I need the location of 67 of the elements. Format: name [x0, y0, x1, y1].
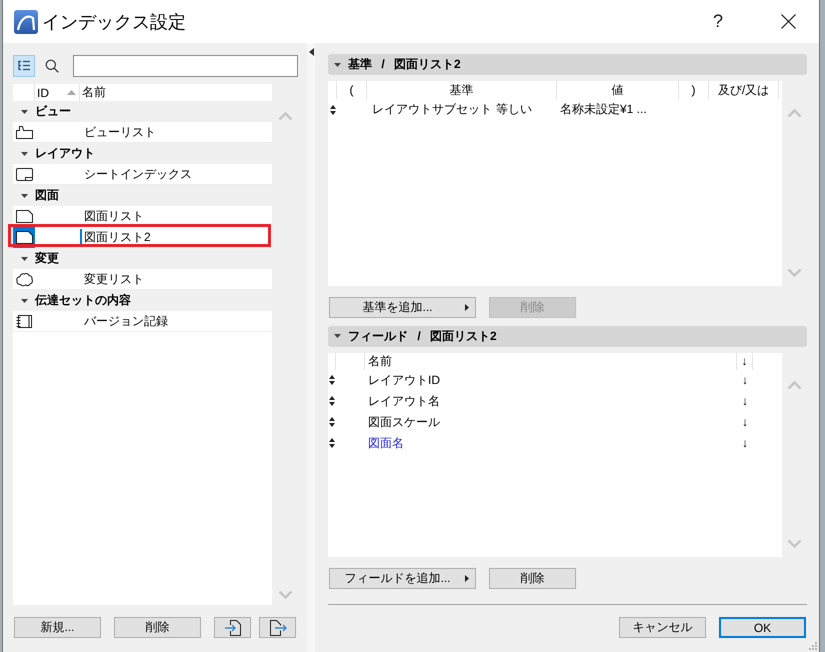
sort-direction[interactable]: ↓ — [742, 415, 748, 429]
section-header[interactable]: フィールド / 図面リスト2 — [328, 326, 807, 346]
window-title: インデックス設定 — [42, 10, 186, 34]
field-name[interactable]: 図面スケール — [365, 414, 440, 430]
list-view-button[interactable] — [13, 55, 35, 77]
tree-group[interactable]: 変更 — [13, 248, 272, 269]
list-action-button[interactable]: 新規... — [14, 617, 101, 638]
sort-direction[interactable]: ↓ — [742, 394, 748, 408]
field-name[interactable]: レイアウトID — [365, 372, 440, 388]
sort-direction[interactable]: ↓ — [742, 436, 748, 450]
page-icon — [14, 230, 34, 245]
dialog-button[interactable]: OK — [719, 617, 806, 638]
caret-down-icon[interactable] — [21, 110, 28, 114]
column-header: ( — [350, 83, 354, 97]
up-down-arrows-icon[interactable] — [329, 396, 335, 406]
page-arrow-out-icon — [268, 618, 286, 636]
column-header[interactable]: 名前 — [80, 84, 270, 101]
cloud-icon — [14, 272, 34, 287]
close-icon[interactable] — [781, 14, 796, 29]
tabbed-page-icon — [14, 125, 34, 140]
app-logo-icon — [14, 10, 38, 34]
operator: 等しい — [496, 101, 532, 118]
list-icon — [17, 60, 31, 72]
add-menu-button[interactable]: フィールドを追加... — [329, 568, 476, 589]
field-name[interactable]: 図面名 — [365, 434, 404, 452]
export-button[interactable] — [259, 617, 296, 638]
column-header: 及び/又は — [718, 82, 770, 98]
sort-direction[interactable]: ↓ — [742, 373, 748, 387]
page-arrow-in-icon — [224, 618, 242, 636]
tree-group[interactable]: レイアウト — [13, 143, 272, 164]
criterion-name: レイアウトサブセット — [372, 101, 492, 118]
column-header: ↓ — [742, 354, 748, 368]
up-down-arrows-icon[interactable] — [330, 104, 336, 114]
up-down-arrows-icon[interactable] — [329, 417, 335, 427]
tree-group[interactable]: ビュー — [13, 101, 272, 122]
column-header: 値 — [612, 82, 624, 98]
tree-group[interactable]: 伝達セットの内容 — [13, 290, 272, 311]
up-down-arrows-icon[interactable] — [329, 438, 335, 448]
caret-down-icon[interactable] — [21, 194, 28, 198]
resize-grip-icon[interactable] — [808, 641, 817, 650]
page-icon — [14, 209, 34, 224]
caret-down-icon[interactable] — [334, 334, 341, 338]
list-action-button[interactable]: 削除 — [114, 617, 201, 638]
caret-right-icon — [465, 304, 469, 310]
import-button[interactable] — [214, 617, 251, 638]
up-down-arrows-icon[interactable] — [329, 375, 335, 385]
section-header[interactable]: 基準 / 図面リスト2 — [328, 54, 807, 75]
caret-down-icon[interactable] — [21, 298, 28, 302]
caret-down-icon[interactable] — [21, 152, 28, 156]
caret-down-icon[interactable] — [334, 62, 341, 66]
search-field[interactable] — [73, 55, 298, 77]
caret-down-icon[interactable] — [21, 256, 28, 260]
column-header: ) — [692, 83, 696, 97]
column-header: 基準 — [450, 82, 474, 98]
column-header: 名前 — [368, 352, 392, 370]
add-menu-button[interactable]: 基準を追加... — [329, 296, 476, 318]
criterion-value: 名称未設定¥1 ... — [559, 101, 648, 118]
caret-right-icon — [465, 575, 469, 582]
help-button[interactable]: ? — [712, 11, 723, 32]
delete-button[interactable]: 削除 — [489, 568, 576, 589]
binder-icon — [14, 314, 34, 329]
tree-group[interactable]: 図面 — [13, 185, 272, 206]
search-icon[interactable] — [45, 59, 59, 73]
field-name[interactable]: レイアウト名 — [365, 392, 440, 410]
dialog-button[interactable]: キャンセル — [619, 617, 706, 638]
sheet-icon — [14, 167, 34, 182]
collapse-arrow-icon[interactable] — [308, 48, 314, 56]
